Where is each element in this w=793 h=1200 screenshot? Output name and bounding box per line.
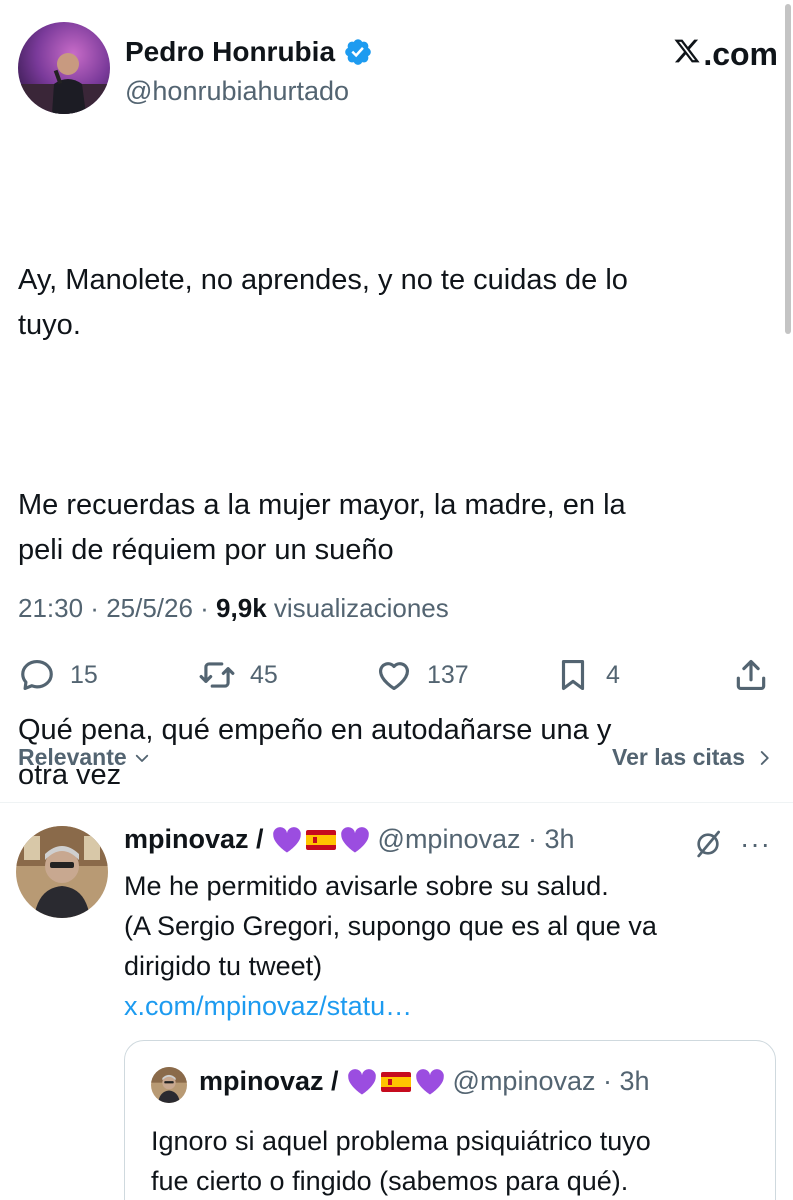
reply-author-name[interactable]: mpinovaz / (124, 824, 264, 855)
quoted-author-avatar (151, 1067, 187, 1103)
spain-flag-icon (380, 1071, 411, 1092)
chevron-right-icon (760, 750, 769, 765)
tweet-header: Pedro Honrubia @honrubiahurtado .com (18, 22, 778, 118)
spain-flag-icon (305, 829, 336, 850)
meta-separator: · (192, 593, 217, 623)
share-icon (736, 659, 766, 691)
quoted-tweet[interactable]: mpinovaz / @mpinovaz · 3h Ignoro si aque… (124, 1040, 776, 1200)
scrollbar[interactable] (785, 4, 791, 334)
quoted-text: Ignoro si aquel problema psiquiátrico tu… (151, 1126, 651, 1196)
x-logo: .com (673, 36, 778, 73)
quoted-author-name: mpinovaz / (199, 1066, 339, 1096)
meta-separator: · (83, 593, 107, 623)
reply-header: mpinovaz / @mpinovaz · 3h (124, 824, 575, 855)
reply-body: Me he permitido avisarle sobre su salud.… (124, 871, 657, 981)
bookmark-count: 4 (606, 660, 620, 689)
replies-sort-row: Relevante Ver las citas (18, 742, 773, 778)
views-count: 9,9k (216, 593, 267, 623)
purple-heart-icon (340, 826, 369, 852)
retweet-count: 45 (250, 660, 278, 689)
author-name-text: Pedro Honrubia (125, 36, 336, 67)
tweet-paragraph: Me recuerdas a la mujer mayor, la madre,… (18, 489, 626, 566)
reply-text: Me he permitido avisarle sobre su salud.… (124, 866, 774, 1026)
chevron-down-icon (135, 754, 148, 762)
site-suffix: .com (703, 36, 778, 72)
views-label: visualizaciones (273, 593, 449, 623)
purple-heart-icon (415, 1068, 444, 1094)
share-button[interactable] (732, 656, 770, 694)
bookmark-button[interactable]: 4 (554, 656, 620, 694)
like-button[interactable]: 137 (375, 656, 469, 694)
action-bar: 15 45 137 4 (18, 656, 775, 702)
name-emojis (272, 826, 370, 854)
verified-badge-icon (343, 37, 373, 67)
sort-dropdown[interactable]: Relevante (18, 744, 151, 771)
x-logo-icon (673, 36, 701, 73)
retweet-button[interactable]: 45 (198, 656, 278, 694)
bookmark-icon (561, 659, 585, 691)
heart-icon (378, 662, 410, 691)
like-count: 137 (427, 660, 469, 689)
tweet-screenshot: Pedro Honrubia @honrubiahurtado .com Ay,… (0, 0, 793, 1200)
author-handle[interactable]: @honrubiahurtado (125, 76, 349, 107)
reply-author-handle[interactable]: @mpinovaz · 3h (378, 824, 575, 855)
tweet-text: Ay, Manolete, no aprendes, y no te cuida… (18, 168, 768, 888)
tweet-paragraph: Ay, Manolete, no aprendes, y no te cuida… (18, 264, 628, 341)
reply-icon (21, 659, 53, 691)
reply-link[interactable]: x.com/mpinovaz/statu… (124, 991, 412, 1021)
author-name[interactable]: Pedro Honrubia (125, 36, 373, 68)
author-avatar[interactable] (18, 22, 110, 114)
view-quotes-link[interactable]: Ver las citas (612, 744, 773, 771)
quoted-author-handle: @mpinovaz · 3h (452, 1066, 650, 1096)
tweet-time[interactable]: 21:30 (18, 593, 83, 623)
tweet-date[interactable]: 25/5/26 (106, 593, 193, 623)
retweet-icon (199, 662, 235, 688)
purple-heart-icon (347, 1068, 376, 1094)
reply-author-avatar[interactable] (16, 826, 108, 918)
grok-icon[interactable] (692, 828, 724, 860)
purple-heart-icon (272, 826, 301, 852)
quoted-header: mpinovaz / @mpinovaz · 3h (199, 1066, 650, 1097)
reply-button[interactable]: 15 (18, 656, 98, 694)
tweet-meta: 21:30 · 25/5/26 · 9,9k visualizaciones (18, 593, 449, 624)
sort-label: Relevante (18, 744, 127, 770)
reply-count: 15 (70, 660, 98, 689)
name-emojis (347, 1068, 445, 1096)
divider (0, 802, 793, 803)
view-quotes-label: Ver las citas (612, 744, 745, 770)
more-options-icon[interactable]: ··· (740, 828, 771, 860)
